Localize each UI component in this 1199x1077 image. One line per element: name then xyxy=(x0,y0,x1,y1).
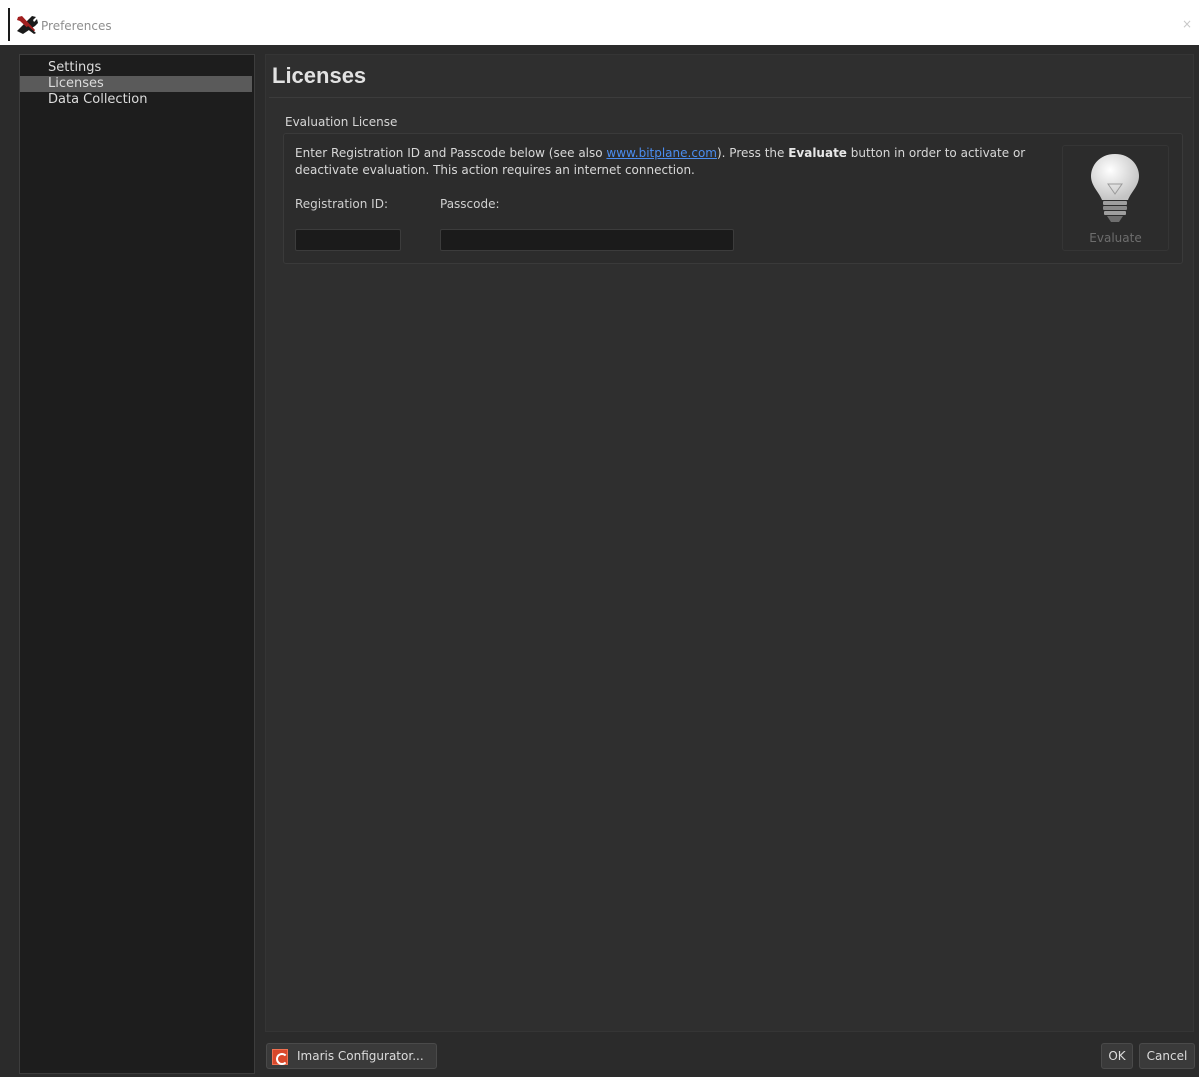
window-title: Preferences xyxy=(41,19,112,33)
evaluate-button[interactable]: Evaluate xyxy=(1062,145,1169,251)
evaluation-license-group: Enter Registration ID and Passcode below… xyxy=(283,133,1183,264)
passcode-input[interactable] xyxy=(440,229,734,251)
description-text: ). Press the xyxy=(716,146,789,160)
bitplane-link[interactable]: www.bitplane.com xyxy=(606,146,717,160)
configurator-label: Imaris Configurator... xyxy=(297,1049,424,1063)
cancel-button[interactable]: Cancel xyxy=(1139,1043,1195,1069)
license-description: Enter Registration ID and Passcode below… xyxy=(295,145,1055,179)
sidebar: Settings Licenses Data Collection xyxy=(19,54,255,1074)
close-icon[interactable]: × xyxy=(1182,17,1192,31)
title-divider xyxy=(269,97,1191,98)
registration-id-label: Registration ID: xyxy=(295,197,388,211)
sidebar-item-licenses[interactable]: Licenses xyxy=(20,76,252,92)
content-panel: Licenses Evaluation License Enter Regist… xyxy=(265,54,1194,1032)
registration-id-input[interactable] xyxy=(295,229,401,251)
description-text: Enter Registration ID and Passcode below… xyxy=(295,146,607,160)
sidebar-item-data-collection[interactable]: Data Collection xyxy=(20,92,252,108)
configurator-icon xyxy=(272,1049,288,1065)
title-bar: Preferences × xyxy=(0,0,1199,45)
preferences-window: Settings Licenses Data Collection Licens… xyxy=(0,45,1199,1077)
description-bold: Evaluate xyxy=(788,146,847,160)
tools-icon xyxy=(17,16,38,34)
page-title: Licenses xyxy=(272,63,367,88)
ok-button[interactable]: OK xyxy=(1101,1043,1133,1069)
sidebar-item-settings[interactable]: Settings xyxy=(20,60,252,76)
lightbulb-icon xyxy=(1091,154,1139,222)
section-label: Evaluation License xyxy=(285,115,398,129)
passcode-label: Passcode: xyxy=(440,197,500,211)
evaluate-label: Evaluate xyxy=(1089,231,1142,245)
window-edge xyxy=(8,8,10,41)
imaris-configurator-button[interactable]: Imaris Configurator... xyxy=(266,1043,437,1069)
